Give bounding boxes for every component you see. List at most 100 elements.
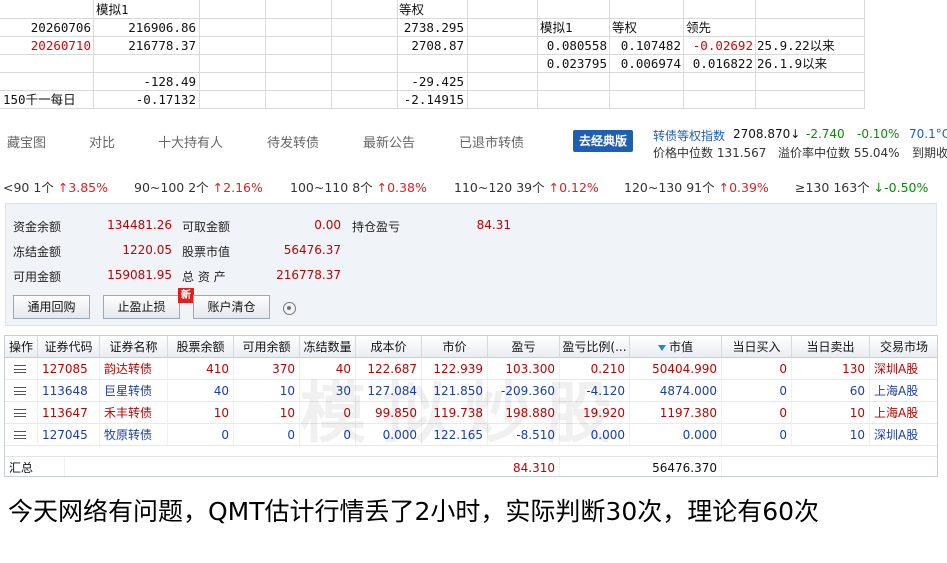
- cell-label[interactable]: 25.9.22以来: [757, 37, 835, 55]
- cell-value[interactable]: 216778.37: [95, 37, 196, 55]
- band-item[interactable]: 90~100 2个 ↑2.16%: [134, 177, 263, 196]
- band-item[interactable]: <90 1个 ↑3.85%: [3, 177, 108, 196]
- cell-value[interactable]: -128.49: [95, 73, 196, 91]
- band-item[interactable]: 110~120 39个 ↑0.12%: [454, 177, 599, 196]
- cell-value[interactable]: -29.425: [399, 73, 464, 91]
- tab-treasure-map[interactable]: 藏宝图: [7, 132, 46, 151]
- caption-text: 今天网络有问题，QMT估计行情丢了2小时，实际判断30次，理论有60次: [8, 497, 820, 526]
- withdrawable-value: 0.00: [314, 218, 341, 232]
- cell-security-code: 127085: [38, 358, 100, 380]
- cell-today-buy: 0: [722, 380, 792, 402]
- clear-positions-button[interactable]: 账户清仓: [193, 295, 270, 319]
- tab-pending-issues[interactable]: 待发转债: [267, 132, 319, 151]
- cell-date[interactable]: 20260706: [2, 19, 91, 37]
- cell-stock-balance: 410: [168, 358, 234, 380]
- col-header-name[interactable]: 证券名称: [100, 336, 168, 358]
- cell-value[interactable]: 2708.87: [399, 37, 464, 55]
- cell-today-sell: 10: [792, 424, 870, 446]
- tab-top-holders[interactable]: 十大持有人: [158, 132, 223, 151]
- col-header-code[interactable]: 证券代码: [38, 336, 100, 358]
- tab-compare[interactable]: 对比: [89, 132, 115, 151]
- cell-exchange: 上海A股: [870, 402, 937, 424]
- cell-today-buy: 0: [722, 424, 792, 446]
- index-label: 转债等权指数: [653, 129, 726, 143]
- cell-market-value: 1197.380: [630, 402, 722, 424]
- band-item[interactable]: ≥130 163个 ↓-0.50%: [795, 177, 928, 196]
- cell-value[interactable]: -2.14915: [399, 91, 464, 109]
- menu-icon[interactable]: [14, 387, 26, 395]
- cell-available-qty: 10: [234, 380, 300, 402]
- menu-icon[interactable]: [14, 365, 26, 373]
- cell-row-menu[interactable]: [5, 424, 38, 446]
- cell-today-sell: 130: [792, 358, 870, 380]
- cell-header[interactable]: 模拟1: [540, 19, 573, 37]
- cell-value[interactable]: 0.080558: [539, 37, 607, 55]
- stock-value-value: 56476.37: [283, 243, 341, 257]
- available-label: 可用金额: [13, 270, 62, 284]
- index-change: -2.740: [806, 127, 845, 141]
- col-header-available[interactable]: 可用余额: [234, 336, 300, 358]
- cell-value[interactable]: 0.107482: [611, 37, 681, 55]
- classic-version-button[interactable]: 去经典版: [573, 130, 633, 152]
- cell-value[interactable]: 0.006974: [611, 55, 681, 73]
- band-item[interactable]: 120~130 91个 ↑0.39%: [624, 177, 769, 196]
- col-header-frozen[interactable]: 冻结数量: [300, 336, 356, 358]
- summary-label: 汇总: [5, 457, 65, 476]
- col-header-market-value[interactable]: 市值: [630, 336, 722, 358]
- cell-stock-balance: 10: [168, 402, 234, 424]
- cell-value[interactable]: 216906.86: [95, 19, 196, 37]
- col-header-today-buy[interactable]: 当日买入: [722, 336, 792, 358]
- cell-row-menu[interactable]: [5, 402, 38, 424]
- cell-exchange: 深圳A股: [870, 358, 937, 380]
- cell-value[interactable]: -0.17132: [95, 91, 196, 109]
- col-header-balance[interactable]: 股票余额: [168, 336, 234, 358]
- cell-security-name: 牧原转债: [100, 424, 168, 446]
- cell-available-qty: 370: [234, 358, 300, 380]
- median-price: 价格中位数 131.567: [653, 146, 767, 160]
- cell-row-menu[interactable]: [5, 380, 38, 402]
- cell-market-value: 50404.990: [630, 358, 722, 380]
- col-header-action[interactable]: 操作: [5, 336, 38, 358]
- cell-date[interactable]: 20260710: [2, 37, 91, 55]
- cell-label[interactable]: 150千一每日: [3, 91, 76, 109]
- settings-icon[interactable]: [283, 302, 296, 315]
- cash-balance-value: 134481.26: [107, 218, 172, 232]
- cell-value[interactable]: -0.02692: [685, 37, 753, 55]
- stop-profit-loss-button[interactable]: 止盈止损: [103, 295, 180, 319]
- total-assets-label: 总 资 产: [182, 270, 226, 284]
- cell-security-name: 巨星转债: [100, 380, 168, 402]
- col-header-pnl-ratio[interactable]: 盈亏比例(...: [560, 336, 630, 358]
- cell-row-menu[interactable]: [5, 358, 38, 380]
- cell-available-qty: 10: [234, 402, 300, 424]
- cell-value[interactable]: 0.016822: [685, 55, 753, 73]
- price-band-summary: <90 1个 ↑3.85% 90~100 2个 ↑2.16% 100~110 8…: [0, 170, 947, 200]
- cell-header-dengquan[interactable]: 等权: [399, 1, 424, 19]
- cell-security-code: 113647: [38, 402, 100, 424]
- cell-available-qty: 0: [234, 424, 300, 446]
- col-header-market[interactable]: 交易市场: [870, 336, 937, 358]
- cell-header[interactable]: 领先: [686, 19, 711, 37]
- tab-latest-notices[interactable]: 最新公告: [363, 132, 415, 151]
- cell-label[interactable]: 26.1.9以来: [757, 55, 827, 73]
- cell-value[interactable]: 2738.295: [399, 19, 464, 37]
- cell-exchange: 深圳A股: [870, 424, 937, 446]
- col-header-pnl[interactable]: 盈亏: [488, 336, 560, 358]
- median-premium: 溢价率中位数 55.04%: [778, 146, 900, 160]
- menu-icon[interactable]: [14, 409, 26, 417]
- cell-market-value: 4874.000: [630, 380, 722, 402]
- frozen-label: 冻结金额: [13, 245, 62, 259]
- expiry-link[interactable]: 到期收: [912, 144, 947, 161]
- menu-icon[interactable]: [14, 431, 26, 439]
- col-header-price[interactable]: 市价: [422, 336, 488, 358]
- cell-header-moni[interactable]: 模拟1: [96, 1, 129, 19]
- band-item[interactable]: 100~110 8个 ↑0.38%: [290, 177, 427, 196]
- watermark: 模拟炒股: [300, 375, 628, 452]
- repo-button[interactable]: 通用回购: [13, 295, 90, 319]
- col-header-cost[interactable]: 成本价: [356, 336, 422, 358]
- cell-header[interactable]: 等权: [612, 19, 637, 37]
- cell-value[interactable]: 0.023795: [539, 55, 607, 73]
- tab-delisted[interactable]: 已退市转债: [459, 132, 524, 151]
- total-assets-value: 216778.37: [276, 268, 341, 282]
- col-header-today-sell[interactable]: 当日卖出: [792, 336, 870, 358]
- summary-market-value: 56476.370: [630, 457, 722, 476]
